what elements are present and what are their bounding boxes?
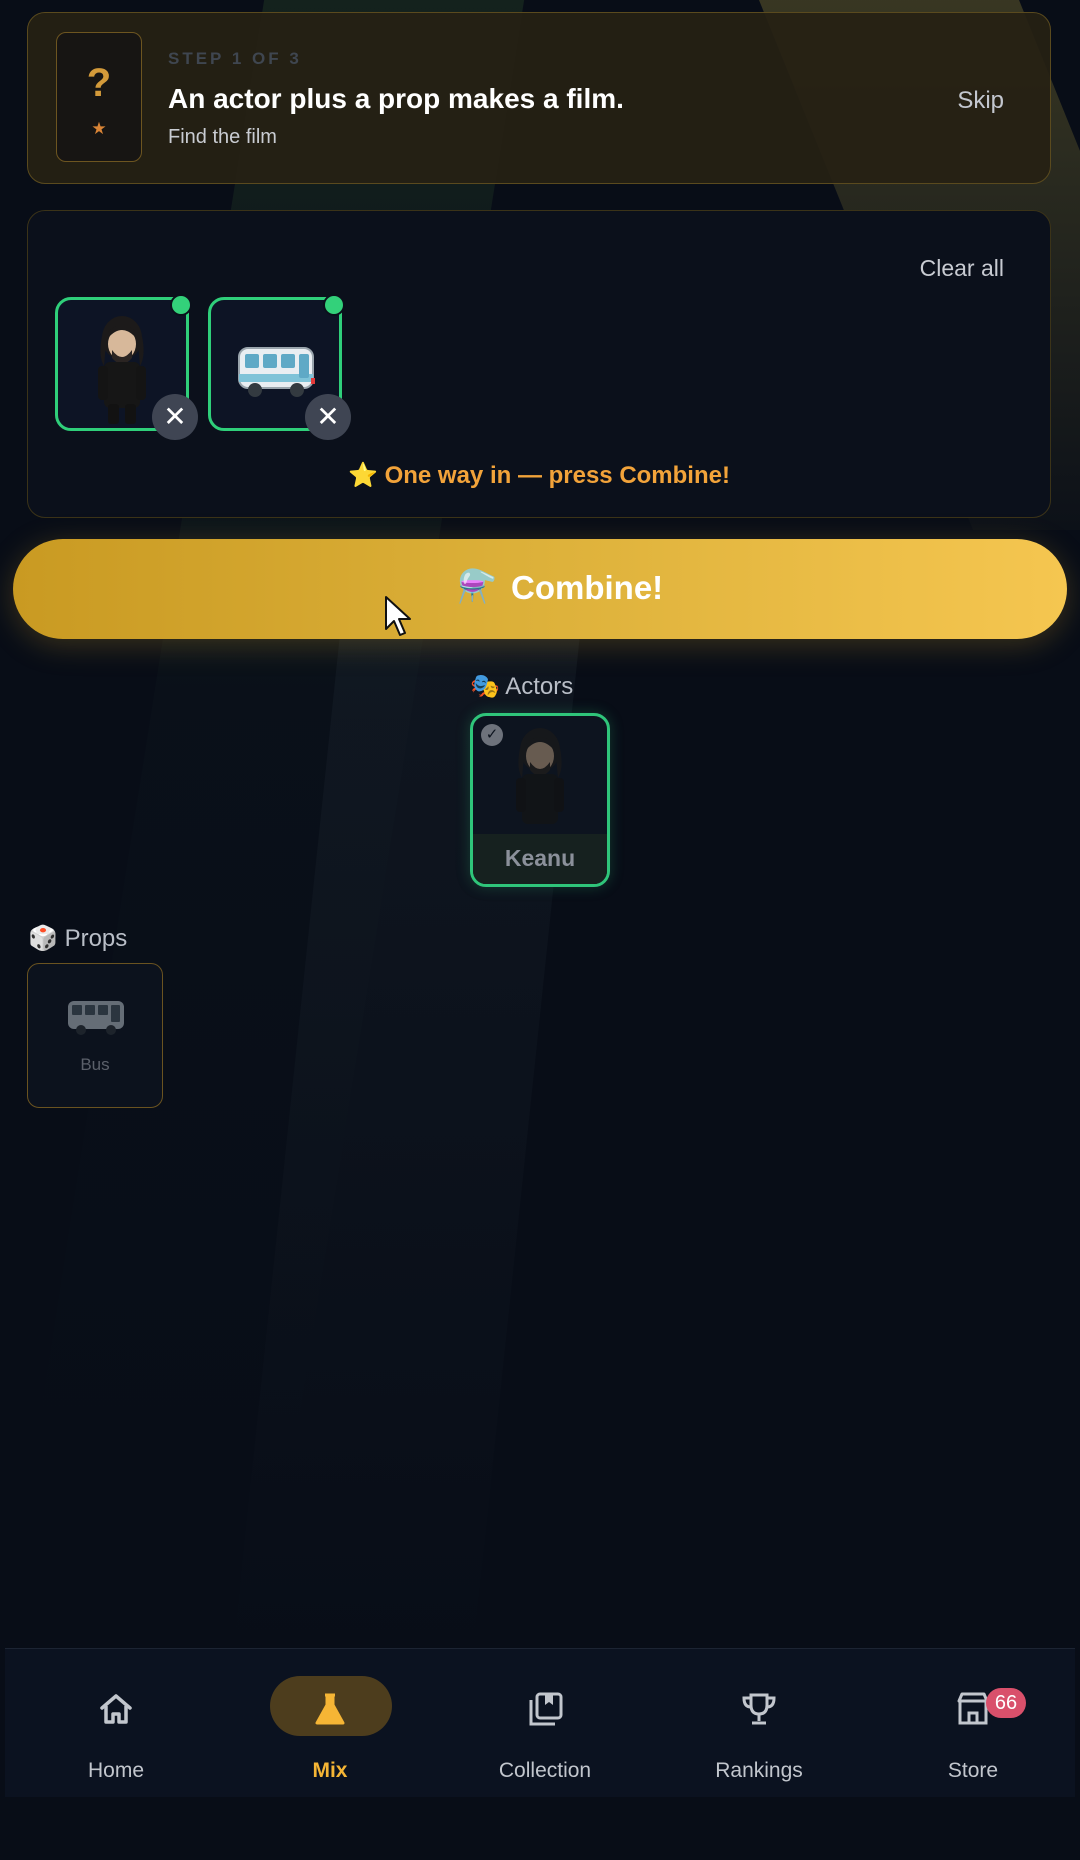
combine-button[interactable]: ⚗️ Combine! xyxy=(13,539,1067,639)
mystery-card: ? ★ xyxy=(56,32,142,162)
remove-slot-button[interactable]: ✕ xyxy=(305,394,351,440)
trophy-icon xyxy=(742,1693,776,1725)
nav-home[interactable]: Home xyxy=(9,1649,223,1797)
nav-collection[interactable]: Collection xyxy=(438,1649,652,1797)
actor-card-keanu[interactable]: ✓ Keanu xyxy=(470,713,610,887)
props-heading-label: Props xyxy=(64,925,128,952)
selected-check-icon: ✓ xyxy=(481,724,503,746)
status-dot xyxy=(323,294,345,316)
question-mark: ? xyxy=(86,61,112,105)
masks-icon: 🎭 xyxy=(470,673,500,700)
tray-slot-actor[interactable]: ✕ xyxy=(55,294,198,440)
home-icon xyxy=(100,1694,132,1724)
combine-label: Combine! xyxy=(511,569,664,606)
flask-icon: ⚗️ xyxy=(457,568,497,604)
bottom-nav: Home Mix Collection Rankings 66 Store xyxy=(5,1648,1075,1797)
nav-store[interactable]: 66 Store xyxy=(866,1649,1080,1797)
actors-heading-label: Actors xyxy=(505,673,574,700)
actors-heading: 🎭 Actors xyxy=(470,672,573,701)
combine-tray: Clear all ✕ ✕ ⭐ One way in — press Combi… xyxy=(27,210,1051,518)
nav-home-label: Home xyxy=(87,1759,145,1782)
store-badge: 66 xyxy=(986,1688,1026,1718)
clear-all-button[interactable]: Clear all xyxy=(920,255,1004,282)
tray-slot-prop[interactable]: ✕ xyxy=(208,294,351,440)
bus-icon xyxy=(68,1001,124,1035)
tutorial-subtitle: Find the film xyxy=(168,126,277,148)
skip-button[interactable]: Skip xyxy=(957,87,1004,115)
tutorial-title: An actor plus a prop makes a film. xyxy=(168,83,624,114)
nav-store-label: Store xyxy=(947,1759,999,1782)
flask-icon xyxy=(315,1693,345,1725)
actor-name: Keanu xyxy=(504,845,576,871)
star-icon: ★ xyxy=(91,119,107,138)
dice-icon: 🎲 xyxy=(28,925,58,952)
collection-icon xyxy=(529,1692,563,1726)
tutorial-step: STEP 1 OF 3 xyxy=(168,49,302,68)
mouse-cursor-icon xyxy=(385,596,411,636)
remove-slot-button[interactable]: ✕ xyxy=(152,394,198,440)
nav-rankings-label: Rankings xyxy=(715,1759,803,1782)
status-dot xyxy=(170,294,192,316)
prop-card-bus[interactable]: Bus xyxy=(27,963,163,1108)
props-heading: 🎲 Props xyxy=(28,924,127,953)
nav-collection-label: Collection xyxy=(498,1759,592,1782)
nav-rankings[interactable]: Rankings xyxy=(652,1649,866,1797)
nav-mix[interactable]: Mix xyxy=(223,1649,437,1797)
combine-hint: ⭐ One way in — press Combine! xyxy=(348,462,730,489)
tutorial-banner: ? ★ STEP 1 OF 3 An actor plus a prop mak… xyxy=(27,12,1051,184)
nav-mix-label: Mix xyxy=(312,1759,348,1782)
prop-name: Bus xyxy=(80,1055,110,1074)
